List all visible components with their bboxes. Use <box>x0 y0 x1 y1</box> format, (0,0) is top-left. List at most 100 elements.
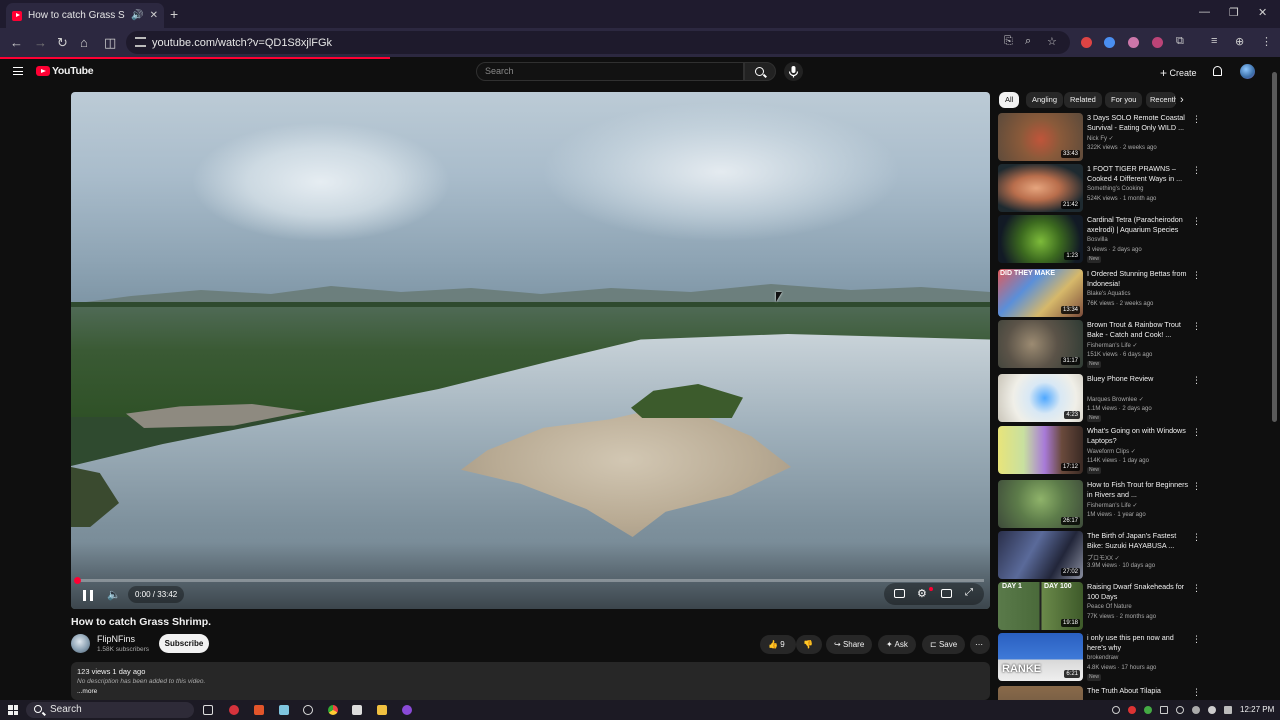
chip-angling[interactable]: Angling <box>1026 92 1064 108</box>
channel-name[interactable]: Peace Of Nature <box>1087 604 1132 610</box>
video-title[interactable]: Raising Dwarf Snakeheads for 100 Days <box>1087 582 1189 602</box>
more-vertical-icon[interactable]: ⋮ <box>1192 533 1201 542</box>
tray-icon[interactable] <box>1176 706 1184 714</box>
tray-icon[interactable] <box>1128 706 1136 714</box>
channel-name[interactable]: Something's Cooking <box>1087 186 1144 192</box>
extension-icon[interactable] <box>1081 37 1092 48</box>
tray-icon[interactable] <box>1144 706 1152 714</box>
cast-icon[interactable]: ⎘ <box>1004 35 1013 48</box>
search-button[interactable] <box>744 62 776 81</box>
recommended-video[interactable]: RANKE 6:21 i only use this pen now and h… <box>998 633 1270 681</box>
page-scrollbar-thumb[interactable] <box>1272 72 1277 422</box>
extensions-puzzle-icon[interactable]: ⧉ <box>1176 35 1184 48</box>
video-thumbnail[interactable]: 4:23 <box>998 374 1083 422</box>
zoom-icon[interactable]: ⌕ <box>1025 35 1031 48</box>
chip-for-you[interactable]: For you <box>1105 92 1143 108</box>
media-controls-icon[interactable]: ≡ <box>1211 35 1217 47</box>
video-title[interactable]: 1 FOOT TIGER PRAWNS – Cooked 4 Different… <box>1087 164 1189 184</box>
description-box[interactable]: 123 views 1 day ago No description has b… <box>71 662 990 700</box>
volume-icon[interactable]: 🔈 <box>107 589 121 601</box>
extension-icon[interactable] <box>1128 37 1139 48</box>
recommended-video[interactable]: The Truth About Tilapia ⋮ <box>998 686 1270 700</box>
chip-related[interactable]: Related <box>1064 92 1102 108</box>
recommended-video[interactable]: 17:12 What's Going on with Windows Lapto… <box>998 426 1270 474</box>
video-title[interactable]: I Ordered Stunning Bettas from Indonesia… <box>1087 269 1189 289</box>
more-vertical-icon[interactable]: ⋮ <box>1192 376 1201 385</box>
app-icon[interactable] <box>402 705 412 715</box>
video-thumbnail[interactable]: 33:43 <box>998 113 1083 161</box>
video-title[interactable]: What's Going on with Windows Laptops? <box>1087 426 1189 446</box>
chip-recently-uploaded[interactable]: Recently uploaded <box>1146 92 1176 108</box>
video-title[interactable]: The Birth of Japan's Fastest Bike: Suzuk… <box>1087 531 1189 551</box>
more-vertical-icon[interactable]: ⋮ <box>1192 166 1201 175</box>
recommended-video[interactable]: 1:23 Cardinal Tetra (Paracheirodon axelr… <box>998 215 1270 263</box>
video-thumbnail[interactable]: 31:17 <box>998 320 1083 368</box>
recommended-video[interactable]: DAY 1 DAY 100 19:18 Raising Dwarf Snakeh… <box>998 582 1270 630</box>
app-icon[interactable] <box>229 705 239 715</box>
battery-icon[interactable] <box>1224 706 1232 714</box>
task-view-icon[interactable] <box>203 705 213 715</box>
video-thumbnail[interactable]: 1:23 <box>998 215 1083 263</box>
youtube-logo[interactable]: YouTube <box>36 65 94 77</box>
tray-icon[interactable] <box>1160 706 1168 714</box>
video-title[interactable]: 3 Days SOLO Remote Coastal Survival - Ea… <box>1087 113 1189 133</box>
video-progress-bar[interactable] <box>77 579 984 582</box>
more-vertical-icon[interactable]: ⋮ <box>1192 217 1201 226</box>
hamburger-menu-icon[interactable] <box>13 67 23 75</box>
more-vertical-icon[interactable]: ⋮ <box>1192 688 1201 697</box>
windows-start-icon[interactable] <box>8 705 18 715</box>
tray-icon[interactable] <box>1112 706 1120 714</box>
channel-name[interactable]: Blake's Aquatics <box>1087 291 1131 297</box>
video-thumbnail[interactable]: 26:17 <box>998 480 1083 528</box>
more-vertical-icon[interactable]: ⋮ <box>1192 428 1201 437</box>
video-title[interactable]: Brown Trout & Rainbow Trout Bake - Catch… <box>1087 320 1189 340</box>
save-button[interactable]: ⊏ Save <box>922 635 966 654</box>
video-title[interactable]: The Truth About Tilapia <box>1087 686 1189 700</box>
video-thumbnail[interactable]: 27:02 <box>998 531 1083 579</box>
like-button[interactable]: 👍 9 <box>760 635 796 654</box>
more-vertical-icon[interactable]: ⋮ <box>1192 115 1201 124</box>
more-vertical-icon[interactable]: ⋮ <box>1192 271 1201 280</box>
miniplayer-icon[interactable] <box>941 589 952 598</box>
video-title[interactable]: How to Fish Trout for Beginners in River… <box>1087 480 1189 500</box>
app-icon[interactable] <box>303 705 313 715</box>
video-player[interactable]: 🔈 0:00 / 33:42 ⚙ ⤢ <box>71 92 990 609</box>
extension-icon[interactable] <box>1152 37 1163 48</box>
tab-close-icon[interactable]: ✕ <box>150 10 158 21</box>
restore-icon[interactable]: ❐ <box>1229 6 1239 19</box>
video-thumbnail[interactable]: DAY 1 DAY 100 19:18 <box>998 582 1083 630</box>
reload-icon[interactable]: ↻ <box>57 35 68 51</box>
brave-browser-icon[interactable] <box>254 705 264 715</box>
channel-name[interactable]: FlipNFins <box>97 634 135 644</box>
recommended-video[interactable]: DID THEY MAKE 13:34 I Ordered Stunning B… <box>998 269 1270 317</box>
channel-name[interactable]: Waveform Clips ✓ <box>1087 448 1136 455</box>
channel-name[interactable]: Marques Brownlee ✓ <box>1087 396 1144 403</box>
recommended-video[interactable]: 33:43 3 Days SOLO Remote Coastal Surviva… <box>998 113 1270 161</box>
chrome-icon[interactable] <box>328 705 338 715</box>
chip-all[interactable]: All <box>999 92 1020 108</box>
notifications-bell-icon[interactable] <box>1213 66 1222 76</box>
settings-gear-icon[interactable]: ⚙ <box>917 587 927 600</box>
channel-name[interactable]: Fisherman's Life ✓ <box>1087 342 1138 349</box>
forward-icon[interactable]: → <box>34 35 47 50</box>
more-actions-button[interactable]: ⋯ <box>970 635 990 654</box>
new-tab-icon[interactable]: + <box>170 6 178 22</box>
voice-search-button[interactable] <box>784 62 803 81</box>
more-vertical-icon[interactable]: ⋮ <box>1192 584 1201 593</box>
video-thumbnail[interactable]: RANKE 6:21 <box>998 633 1083 681</box>
show-more-link[interactable]: ...more <box>77 688 97 695</box>
fullscreen-icon[interactable]: ⤢ <box>965 587 973 598</box>
home-icon[interactable]: ⌂ <box>80 35 88 50</box>
pause-button-icon[interactable] <box>83 590 93 601</box>
search-input[interactable]: Search <box>476 62 744 81</box>
window-close-icon[interactable]: ✕ <box>1258 6 1267 19</box>
channel-avatar[interactable] <box>71 634 90 653</box>
back-icon[interactable]: ← <box>10 35 23 50</box>
video-thumbnail[interactable]: 21:42 <box>998 164 1083 212</box>
audio-playing-icon[interactable]: 🔊 <box>131 10 143 21</box>
recommended-video[interactable]: 4:23 Bluey Phone Review Marques Brownlee… <box>998 374 1270 422</box>
wifi-icon[interactable] <box>1192 706 1200 714</box>
browser-menu-icon[interactable]: ⋮ <box>1261 35 1272 48</box>
ask-button[interactable]: ✦ Ask <box>878 635 916 654</box>
more-vertical-icon[interactable]: ⋮ <box>1192 322 1201 331</box>
